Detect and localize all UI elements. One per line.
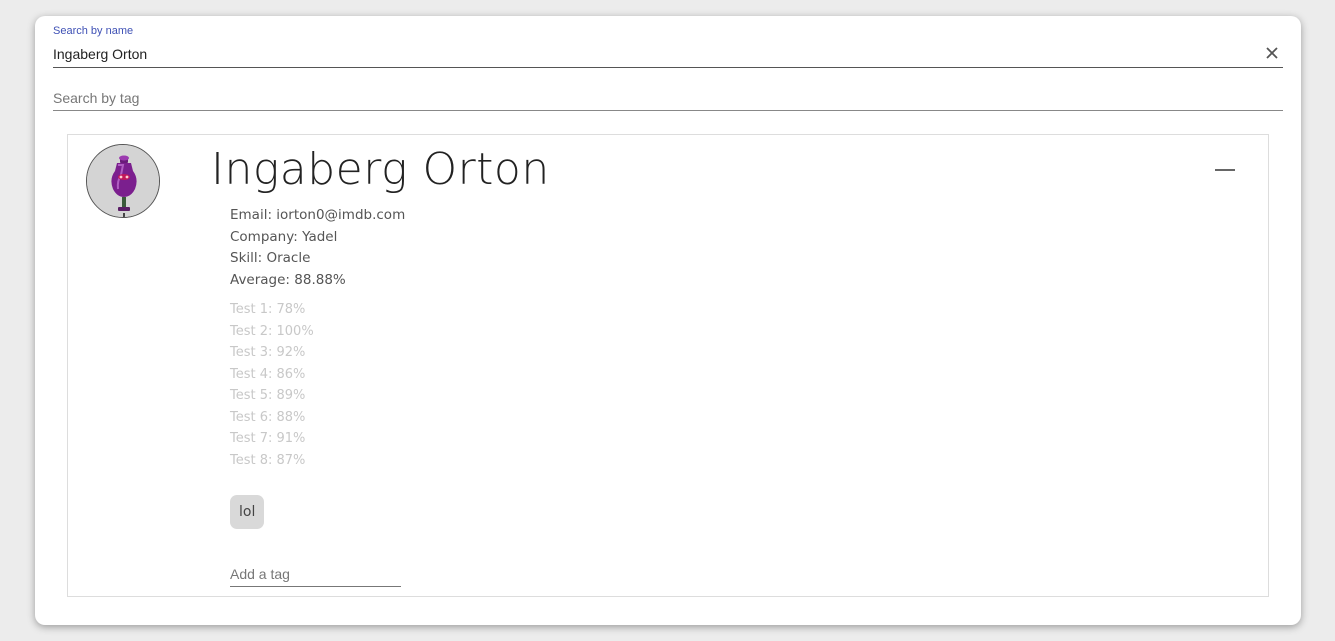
close-icon[interactable]	[1263, 44, 1281, 62]
student-skill: Skill: Oracle	[230, 250, 311, 266]
test-score: Test 6: 88%	[230, 409, 306, 425]
student-email: Email: iorton0@imdb.com	[230, 207, 406, 223]
student-company: Company: Yadel	[230, 228, 338, 245]
tag-chip: lol	[230, 495, 265, 529]
test-score: Test 5: 89%	[230, 388, 306, 403]
student-card: Ingaberg Orton Email: iorton0@imdb.com C…	[67, 134, 1269, 597]
avatar-image-icon	[87, 145, 159, 217]
test-score: Test 8: 87%	[230, 452, 306, 468]
search-by-tag-input[interactable]	[53, 88, 1243, 108]
search-by-name-label: Search by name	[53, 25, 134, 37]
test-score: Test 2: 100%	[230, 323, 314, 339]
search-by-tag-field[interactable]	[53, 82, 1283, 111]
search-by-name-input[interactable]	[53, 44, 1243, 64]
test-scores-list: Test 1: 78% Test 2: 100% Test 3: 92% Tes…	[230, 299, 314, 471]
student-average: Average: 88.88%	[230, 271, 346, 288]
test-score: Test 4: 86%	[230, 366, 306, 382]
student-details: Email: iorton0@imdb.com Company: Yadel S…	[230, 205, 405, 291]
student-name: Ingaberg Orton	[211, 144, 550, 195]
main-container: Search by name Ingaberg Orton Search by …	[35, 16, 1301, 625]
test-score: Test 3: 92%	[230, 345, 306, 360]
test-score: Test 1: 78%	[230, 302, 306, 317]
test-score: Test 7: 91%	[230, 431, 306, 446]
avatar	[86, 144, 160, 218]
search-by-name-field[interactable]: Search by name	[53, 24, 1283, 68]
add-tag-field[interactable]	[230, 563, 401, 587]
add-tag-input[interactable]	[230, 563, 401, 585]
minus-icon[interactable]	[1214, 159, 1236, 181]
